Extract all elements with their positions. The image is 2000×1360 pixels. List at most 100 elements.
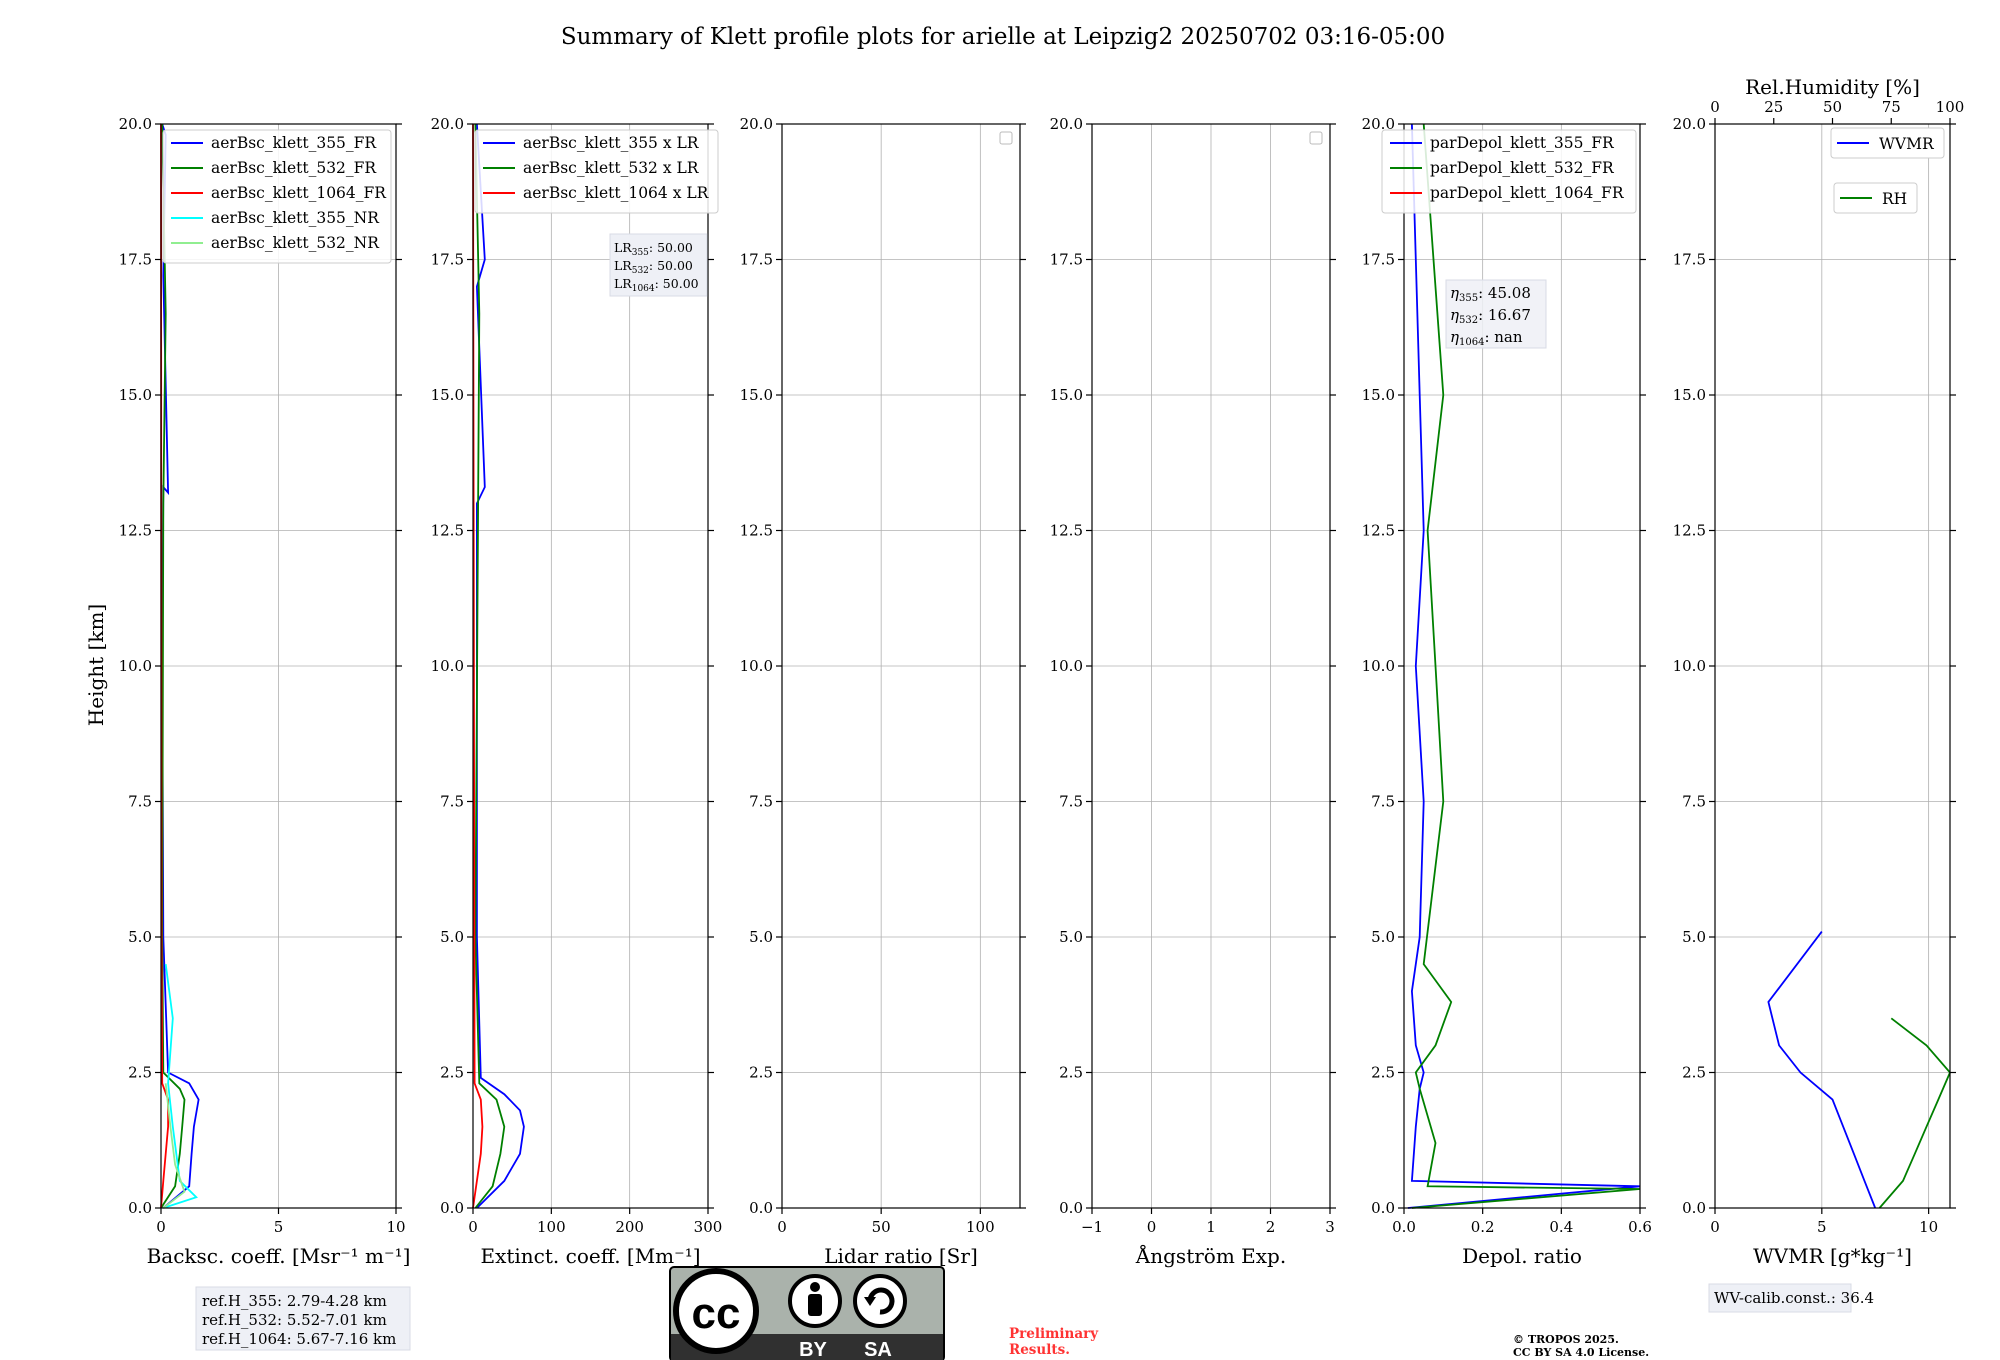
x-tick-label: 0.2 bbox=[1471, 1218, 1495, 1236]
y-tick-label: 10.0 bbox=[431, 657, 464, 675]
x2-tick-label: 50 bbox=[1823, 98, 1842, 116]
legend-label: aerBsc_klett_1064 x LR bbox=[523, 184, 710, 202]
x-axis-label: Depol. ratio bbox=[1462, 1244, 1582, 1268]
x-tick-label: 200 bbox=[615, 1218, 644, 1236]
x-tick-label: 2 bbox=[1266, 1218, 1276, 1236]
y-tick-label: 17.5 bbox=[1673, 251, 1706, 269]
x2-tick-label: 25 bbox=[1764, 98, 1783, 116]
y-tick-label: 2.5 bbox=[440, 1064, 464, 1082]
y-tick-label: 5.0 bbox=[1059, 928, 1083, 946]
x-tick-label: 0 bbox=[468, 1218, 478, 1236]
x-tick-label: 300 bbox=[694, 1218, 723, 1236]
y-tick-label: 0.0 bbox=[1371, 1199, 1395, 1217]
x-tick-label: 3 bbox=[1325, 1218, 1335, 1236]
x-tick-label: 5 bbox=[1817, 1218, 1827, 1236]
lidar-ratio-box: LR355: 50.00LR532: 50.00LR1064: 50.00 bbox=[609, 233, 708, 297]
y-tick-label: 17.5 bbox=[431, 251, 464, 269]
preliminary-line-1: Preliminary bbox=[1009, 1326, 1099, 1342]
legend-label: aerBsc_klett_532_NR bbox=[211, 234, 380, 252]
y-tick-label: 15.0 bbox=[119, 386, 152, 404]
legend-box: WVMR bbox=[1830, 127, 1945, 159]
x-tick-label: 0 bbox=[156, 1218, 166, 1236]
panel-3: 0 50 100 0.0 2.5 5.0 7.5 10.0 12.5 15.0 17.5 20.0 Li… bbox=[740, 115, 1026, 1268]
x-tick-label: 0.4 bbox=[1549, 1218, 1573, 1236]
ref-height-532: ref.H_532: 5.52-7.01 km bbox=[202, 1311, 387, 1329]
legend-label: WVMR bbox=[1879, 135, 1935, 153]
panel-6: 0 5 10 0.0 2.5 5.0 7.5 10.0 12.5 15.0 17.5 20.0 WVMR… bbox=[1673, 75, 1965, 1268]
x2-axis-label: Rel.Humidity [%] bbox=[1745, 75, 1920, 99]
x-tick-label: 10 bbox=[1919, 1218, 1938, 1236]
copyright-line-2: CC BY SA 4.0 License. bbox=[1513, 1346, 1649, 1359]
cc-by-sa-logo: cc BY SA bbox=[669, 1266, 945, 1360]
y-tick-label: 7.5 bbox=[1059, 793, 1083, 811]
y-tick-label: 0.0 bbox=[1682, 1199, 1706, 1217]
y-tick-label: 17.5 bbox=[1050, 251, 1083, 269]
legend: aerBsc_klett_355 x LR aerBsc_klett_532 x … bbox=[474, 129, 719, 214]
y-tick-label: 7.5 bbox=[749, 793, 773, 811]
y-tick-label: 15.0 bbox=[1673, 386, 1706, 404]
preliminary-line-2: Results. bbox=[1009, 1342, 1070, 1358]
y-tick-label: 0.0 bbox=[440, 1199, 464, 1217]
share-alike-icon bbox=[853, 1274, 907, 1328]
x-tick-label: 0 bbox=[1710, 1218, 1720, 1236]
x-tick-label: 0 bbox=[777, 1218, 787, 1236]
x-tick-label: 0.6 bbox=[1628, 1218, 1652, 1236]
panel-1: 0 5 10 0.0 2.5 5.0 7.5 10.0 12.5 15.0 17.5 20.0 Back… bbox=[119, 115, 411, 1268]
y-tick-label: 12.5 bbox=[1362, 522, 1395, 540]
y-tick-label: 12.5 bbox=[1050, 522, 1083, 540]
x-tick-label: 100 bbox=[966, 1218, 995, 1236]
legend-label: aerBsc_klett_1064_FR bbox=[211, 184, 387, 202]
y-tick-label: 12.5 bbox=[740, 522, 773, 540]
y-tick-label: 15.0 bbox=[740, 386, 773, 404]
ref-height-1064: ref.H_1064: 5.67-7.16 km bbox=[202, 1330, 396, 1348]
x-tick-label: −1 bbox=[1081, 1218, 1103, 1236]
y-tick-label: 20.0 bbox=[431, 115, 464, 133]
legend-label: RH bbox=[1882, 190, 1907, 208]
y-tick-label: 20.0 bbox=[119, 115, 152, 133]
x2-tick-label: 100 bbox=[1936, 98, 1965, 116]
y-tick-label: 15.0 bbox=[1050, 386, 1083, 404]
ref-height-355: ref.H_355: 2.79-4.28 km bbox=[202, 1292, 387, 1310]
y-tick-label: 7.5 bbox=[1371, 793, 1395, 811]
y-tick-label: 10.0 bbox=[1050, 657, 1083, 675]
x-tick-label: 50 bbox=[872, 1218, 891, 1236]
y-tick-label: 12.5 bbox=[1673, 522, 1706, 540]
x-axis-label: Backsc. coeff. [Msr⁻¹ m⁻¹] bbox=[147, 1244, 411, 1268]
legend-label: parDepol_klett_1064_FR bbox=[1430, 184, 1625, 202]
ref-height-box: ref.H_355: 2.79-4.28 km ref.H_532: 5.52-… bbox=[195, 1286, 411, 1351]
legend: aerBsc_klett_355_FR aerBsc_klett_532_FRae… bbox=[162, 129, 392, 264]
y-tick-label: 15.0 bbox=[1362, 386, 1395, 404]
legend-label: parDepol_klett_355_FR bbox=[1430, 134, 1615, 152]
cc-by-text: BY bbox=[799, 1339, 827, 1360]
y-tick-label: 20.0 bbox=[740, 115, 773, 133]
y-tick-label: 10.0 bbox=[119, 657, 152, 675]
figure-title: Summary of Klett profile plots for ariel… bbox=[561, 24, 1445, 50]
y-tick-label: 0.0 bbox=[1059, 1199, 1083, 1217]
y-axis-label: Height [km] bbox=[84, 604, 108, 726]
x-tick-label: 1 bbox=[1206, 1218, 1216, 1236]
x-axis-label: Ångström Exp. bbox=[1135, 1243, 1286, 1268]
cc-sa-text: SA bbox=[864, 1339, 892, 1360]
panel-4: −1 0 1 2 3 0.0 2.5 5.0 7.5 10.0 12.5 15.0 17.5 20.0 Ån… bbox=[1050, 115, 1336, 1268]
empty-legend-box bbox=[999, 131, 1013, 145]
y-tick-label: 2.5 bbox=[1059, 1064, 1083, 1082]
wv-calib-text: WV-calib.const.: 36.4 bbox=[1714, 1289, 1874, 1307]
x-tick-label: 100 bbox=[537, 1218, 566, 1236]
legend: parDepol_klett_355_FR parDepol_klett_532_… bbox=[1381, 129, 1637, 214]
y-tick-label: 7.5 bbox=[1682, 793, 1706, 811]
x2-tick-label: 0 bbox=[1710, 98, 1720, 116]
x-tick-label: 5 bbox=[274, 1218, 284, 1236]
y-tick-label: 5.0 bbox=[1371, 928, 1395, 946]
x-tick-label: 10 bbox=[386, 1218, 405, 1236]
y-tick-label: 12.5 bbox=[431, 522, 464, 540]
figure: Summary of Klett profile plots for ariel… bbox=[84, 24, 1965, 1360]
x-tick-label: 0 bbox=[1147, 1218, 1157, 1236]
y-tick-label: 2.5 bbox=[1682, 1064, 1706, 1082]
legend-label: aerBsc_klett_532_FR bbox=[211, 159, 377, 177]
y-tick-label: 7.5 bbox=[128, 793, 152, 811]
y-tick-label: 2.5 bbox=[749, 1064, 773, 1082]
y-tick-label: 7.5 bbox=[440, 793, 464, 811]
copyright-line-1: © TROPOS 2025. bbox=[1513, 1333, 1619, 1346]
panels: 0 5 100.02.55.07.510.012.515.017.520.0Back… bbox=[119, 75, 1965, 1268]
y-tick-label: 2.5 bbox=[128, 1064, 152, 1082]
